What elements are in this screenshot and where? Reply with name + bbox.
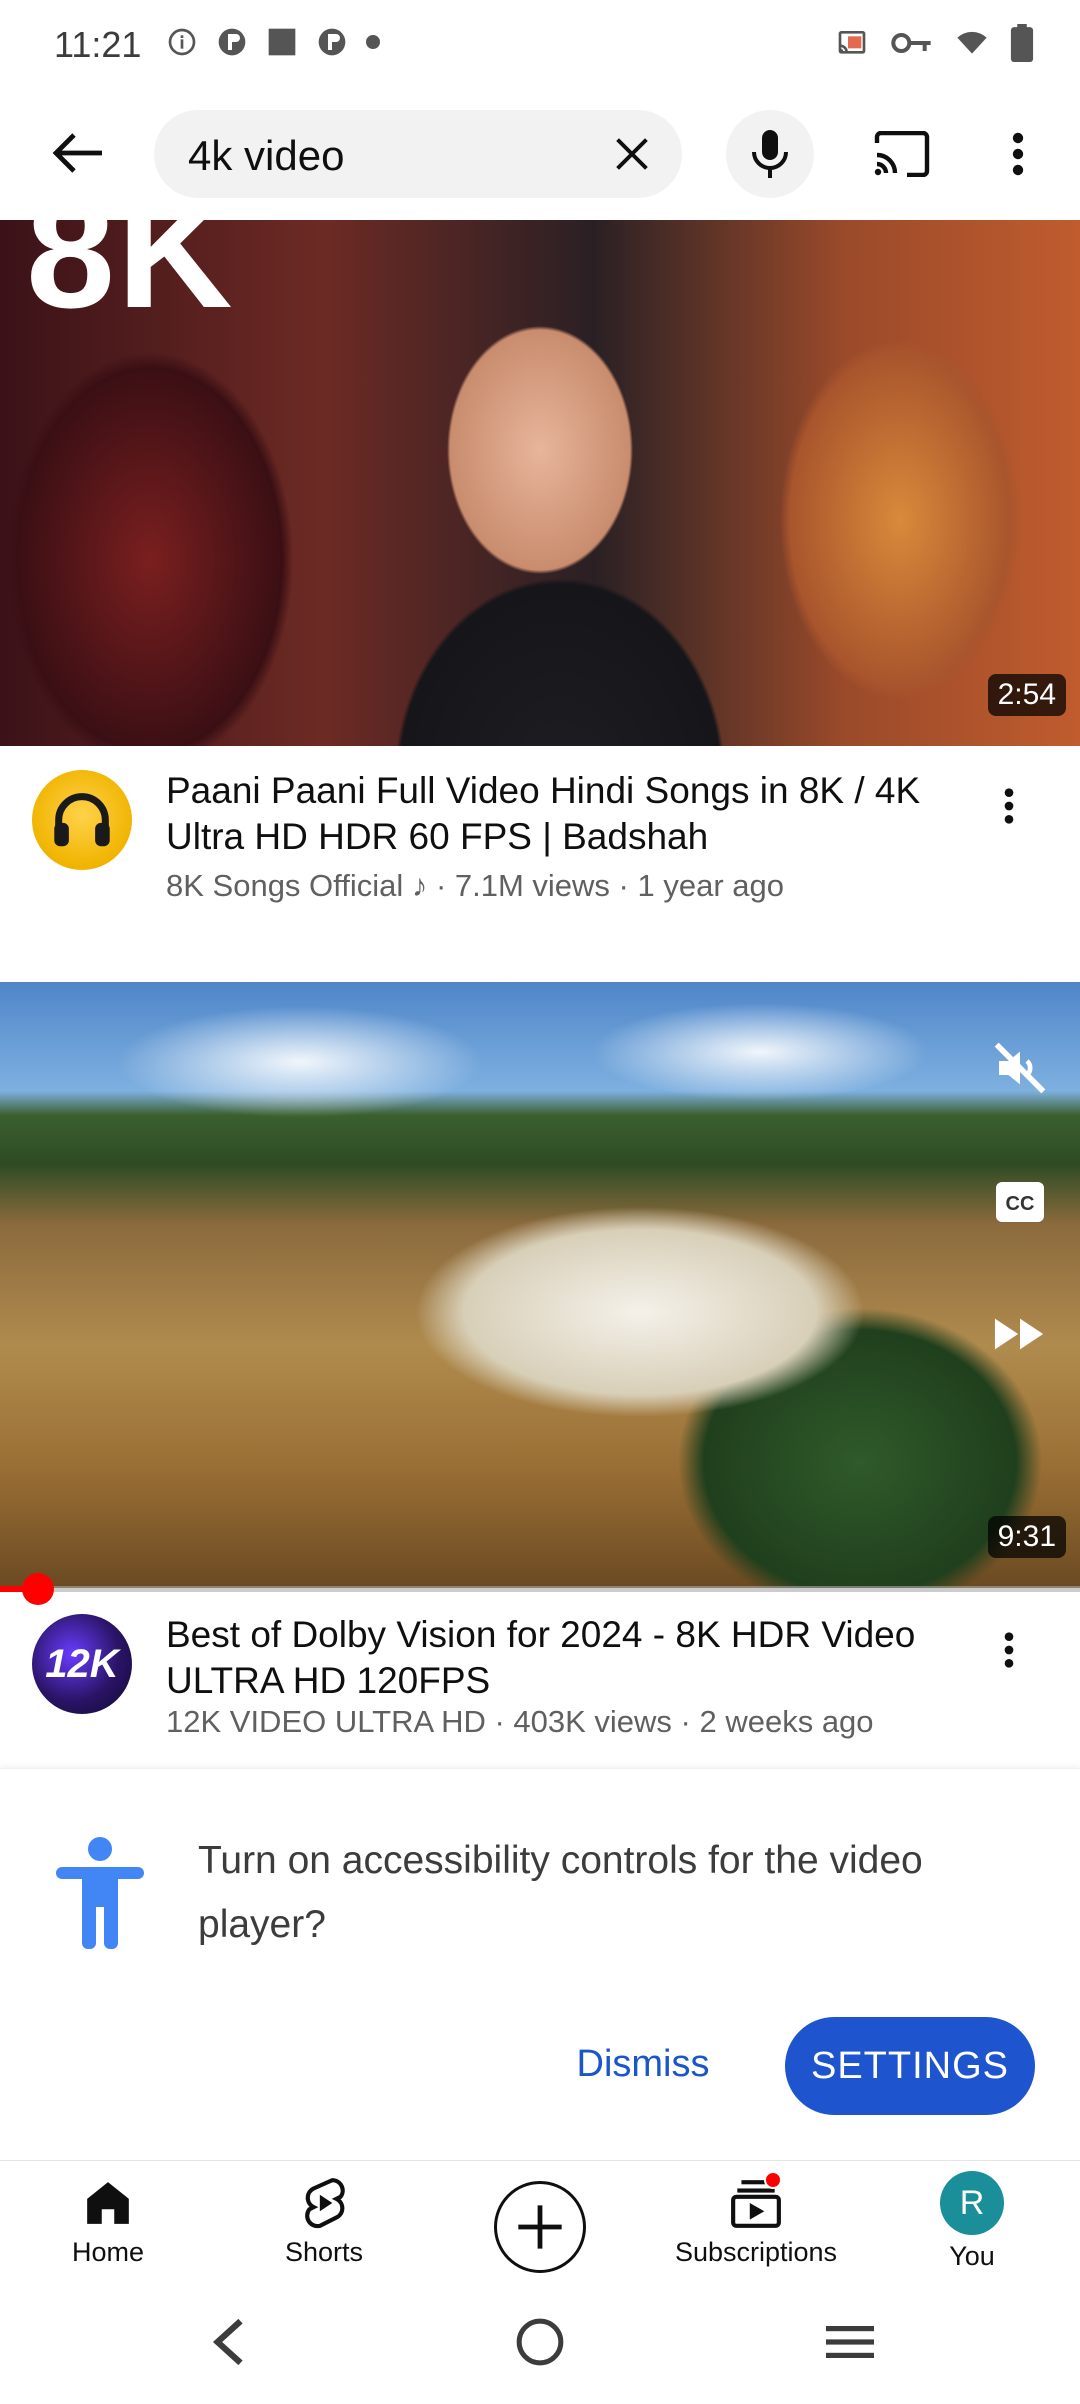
nav-label: Home [71,2237,145,2267]
svg-text:CC: CC [1006,1193,1035,1215]
system-recents-button[interactable] [810,2310,890,2374]
app-icon [218,28,246,56]
video-duration: 2:54 [987,674,1066,716]
video-title[interactable]: Best of Dolby Vision for 2024 - 8K HDR V… [166,1612,966,1704]
nav-shorts[interactable]: Shorts [234,2175,414,2285]
accessibility-prompt: Turn on accessibility controls for the v… [0,1768,1080,2160]
square-icon [268,28,296,56]
info-icon [168,28,196,56]
video-duration: 9:31 [987,1516,1066,1558]
cast-icon [874,131,930,177]
more-options-button[interactable] [988,114,1048,194]
nav-label: Subscriptions [674,2237,838,2267]
arrow-left-icon [52,133,102,173]
mute-icon [994,1042,1046,1094]
nav-label: Shorts [284,2237,364,2267]
video-thumbnail[interactable]: 8K 2:54 [0,220,1080,746]
nav-you[interactable]: R You [882,2171,1062,2285]
dot-icon [366,35,380,49]
video-info[interactable]: 12K Best of Dolby Vision for 2024 - 8K H… [0,1590,1080,1790]
fast-forward-button[interactable] [990,1304,1050,1364]
vpn-key-icon [891,33,931,53]
close-icon [616,138,648,170]
cast-connected-icon [838,30,866,54]
subscriptions-icon [728,2171,784,2231]
search-header: 4k video [0,90,1080,220]
cast-button[interactable] [862,114,942,194]
plus-icon [518,2205,562,2249]
status-time: 11:21 [54,24,142,65]
nav-subscriptions[interactable]: Subscriptions [666,2171,846,2285]
shorts-icon [296,2175,352,2231]
video-info[interactable]: Paani Paani Full Video Hindi Songs in 8K… [0,746,1080,946]
search-input[interactable]: 4k video [154,110,682,198]
video-menu-button[interactable] [984,1620,1034,1680]
status-bar: 11:21 [0,0,1080,90]
avatar: R [940,2171,1004,2235]
system-back-button[interactable] [188,2310,268,2374]
settings-button[interactable]: SETTINGS [785,2017,1035,2115]
more-vertical-icon [1004,788,1014,824]
dismiss-button[interactable]: Dismiss [548,2017,738,2111]
back-button[interactable] [38,118,118,188]
battery-icon [1010,24,1034,62]
cc-icon: CC [996,1182,1044,1222]
home-icon [80,2175,136,2231]
wifi-icon [957,31,987,54]
channel-avatar-text: 12K [45,1641,119,1686]
video-title[interactable]: Paani Paani Full Video Hindi Songs in 8K… [166,768,966,860]
status-right-icons [836,24,1034,62]
mute-button[interactable] [990,1038,1050,1098]
menu-lines-icon [826,2326,874,2358]
create-button[interactable] [494,2181,586,2273]
thumbnail-text: 8K [26,220,235,341]
more-vertical-icon [1012,132,1024,176]
nav-label: You [949,2241,995,2271]
nav-home[interactable]: Home [18,2175,198,2285]
video-thumbnail[interactable]: CC 9:31 [0,982,1080,1588]
clear-search-button[interactable] [602,124,662,184]
microphone-icon [752,130,788,178]
system-navigation-bar [0,2280,1080,2404]
more-vertical-icon [1004,1632,1014,1668]
accessibility-prompt-text: Turn on accessibility controls for the v… [198,1839,923,1946]
bottom-navigation: Home Shorts Subscriptions R You [0,2160,1080,2280]
channel-avatar[interactable]: 12K [32,1614,132,1714]
headphones-icon [54,793,110,847]
channel-avatar[interactable] [32,770,132,870]
captions-button[interactable]: CC [990,1172,1050,1232]
status-left-icons [166,26,380,58]
accessibility-icon [56,1837,144,1949]
video-subtitle: 12K VIDEO ULTRA HD · 403K views · 2 week… [166,1704,874,1739]
video-menu-button[interactable] [984,776,1034,836]
search-query[interactable]: 4k video [188,132,344,180]
video-subtitle: 8K Songs Official ♪ · 7.1M views · 1 yea… [166,868,784,903]
circle-home-icon [516,2318,564,2366]
voice-search-button[interactable] [726,110,814,198]
notification-dot [764,2171,782,2189]
app-icon-2 [318,28,346,56]
fast-forward-icon [994,1318,1044,1350]
system-home-button[interactable] [500,2310,580,2374]
chevron-left-icon [212,2318,243,2366]
